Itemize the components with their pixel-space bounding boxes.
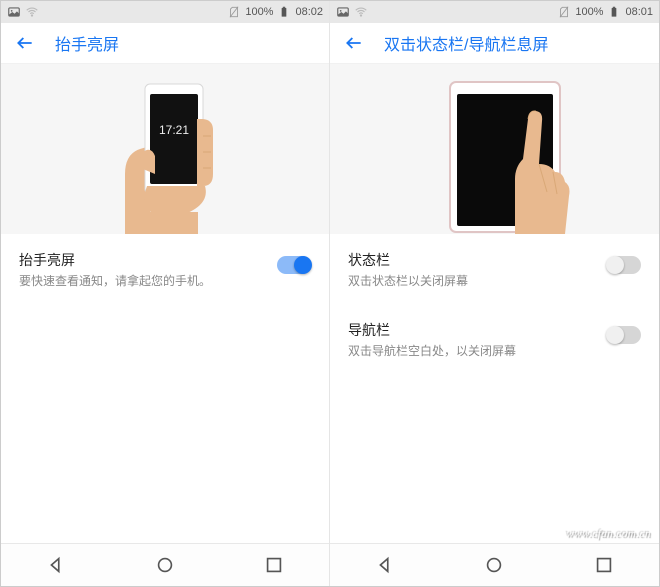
back-button[interactable] bbox=[344, 33, 364, 53]
clock-text: 08:01 bbox=[625, 6, 653, 18]
nav-home-icon[interactable] bbox=[483, 554, 505, 576]
status-left-icons bbox=[336, 5, 368, 19]
no-sim-icon bbox=[557, 5, 571, 19]
setting-text-block: 导航栏 双击导航栏空白处，以关闭屏幕 bbox=[348, 320, 595, 360]
setting-status-bar-tap[interactable]: 状态栏 双击状态栏以关闭屏幕 bbox=[330, 234, 659, 304]
status-left-icons bbox=[7, 5, 39, 19]
nav-back-icon[interactable] bbox=[374, 554, 396, 576]
left-screenshot: 100% 08:02 抬手亮屏 17:21 bbox=[1, 1, 330, 586]
toggle-switch[interactable] bbox=[277, 256, 311, 274]
navigation-bar bbox=[1, 543, 329, 586]
setting-desc: 双击导航栏空白处，以关闭屏幕 bbox=[348, 343, 595, 360]
battery-icon bbox=[607, 5, 621, 19]
nav-back-icon[interactable] bbox=[45, 554, 67, 576]
battery-text: 100% bbox=[575, 6, 603, 18]
setting-text-block: 状态栏 双击状态栏以关闭屏幕 bbox=[348, 250, 595, 290]
battery-text: 100% bbox=[245, 6, 273, 18]
no-sim-icon bbox=[227, 5, 241, 19]
navigation-bar bbox=[330, 543, 659, 586]
setting-desc: 双击状态栏以关闭屏幕 bbox=[348, 273, 595, 290]
illustration-raise-to-wake: 17:21 bbox=[1, 64, 329, 234]
page-title: 双击状态栏/导航栏息屏 bbox=[384, 31, 548, 55]
toggle-switch[interactable] bbox=[607, 326, 641, 344]
setting-title: 导航栏 bbox=[348, 320, 595, 340]
title-bar: 抬手亮屏 bbox=[1, 23, 329, 64]
status-right: 100% 08:01 bbox=[557, 5, 653, 19]
status-bar: 100% 08:02 bbox=[1, 1, 329, 23]
page-title: 抬手亮屏 bbox=[55, 31, 119, 55]
back-button[interactable] bbox=[15, 33, 35, 53]
nav-recent-icon[interactable] bbox=[263, 554, 285, 576]
nav-home-icon[interactable] bbox=[154, 554, 176, 576]
title-bar: 双击状态栏/导航栏息屏 bbox=[330, 23, 659, 64]
status-bar: 100% 08:01 bbox=[330, 1, 659, 23]
nav-recent-icon[interactable] bbox=[593, 554, 615, 576]
wifi-icon bbox=[354, 5, 368, 19]
settings-list: 抬手亮屏 要快速查看通知，请拿起您的手机。 bbox=[1, 234, 329, 543]
wifi-icon bbox=[25, 5, 39, 19]
toggle-switch[interactable] bbox=[607, 256, 641, 274]
setting-raise-to-wake[interactable]: 抬手亮屏 要快速查看通知，请拿起您的手机。 bbox=[1, 234, 329, 304]
setting-desc: 要快速查看通知，请拿起您的手机。 bbox=[19, 273, 265, 290]
setting-text-block: 抬手亮屏 要快速查看通知，请拿起您的手机。 bbox=[19, 250, 265, 290]
clock-text: 08:02 bbox=[295, 6, 323, 18]
illustration-double-tap bbox=[330, 64, 659, 234]
battery-icon bbox=[277, 5, 291, 19]
image-icon bbox=[336, 5, 350, 19]
setting-nav-bar-tap[interactable]: 导航栏 双击导航栏空白处，以关闭屏幕 bbox=[330, 304, 659, 374]
status-right: 100% 08:02 bbox=[227, 5, 323, 19]
dual-screenshot-container: 100% 08:02 抬手亮屏 17:21 bbox=[0, 0, 660, 587]
setting-title: 抬手亮屏 bbox=[19, 250, 265, 270]
right-screenshot: 100% 08:01 双击状态栏/导航栏息屏 bbox=[330, 1, 659, 586]
illust-phone-time: 17:21 bbox=[159, 123, 189, 137]
setting-title: 状态栏 bbox=[348, 250, 595, 270]
settings-list: 状态栏 双击状态栏以关闭屏幕 导航栏 双击导航栏空白处，以关闭屏幕 bbox=[330, 234, 659, 543]
image-icon bbox=[7, 5, 21, 19]
